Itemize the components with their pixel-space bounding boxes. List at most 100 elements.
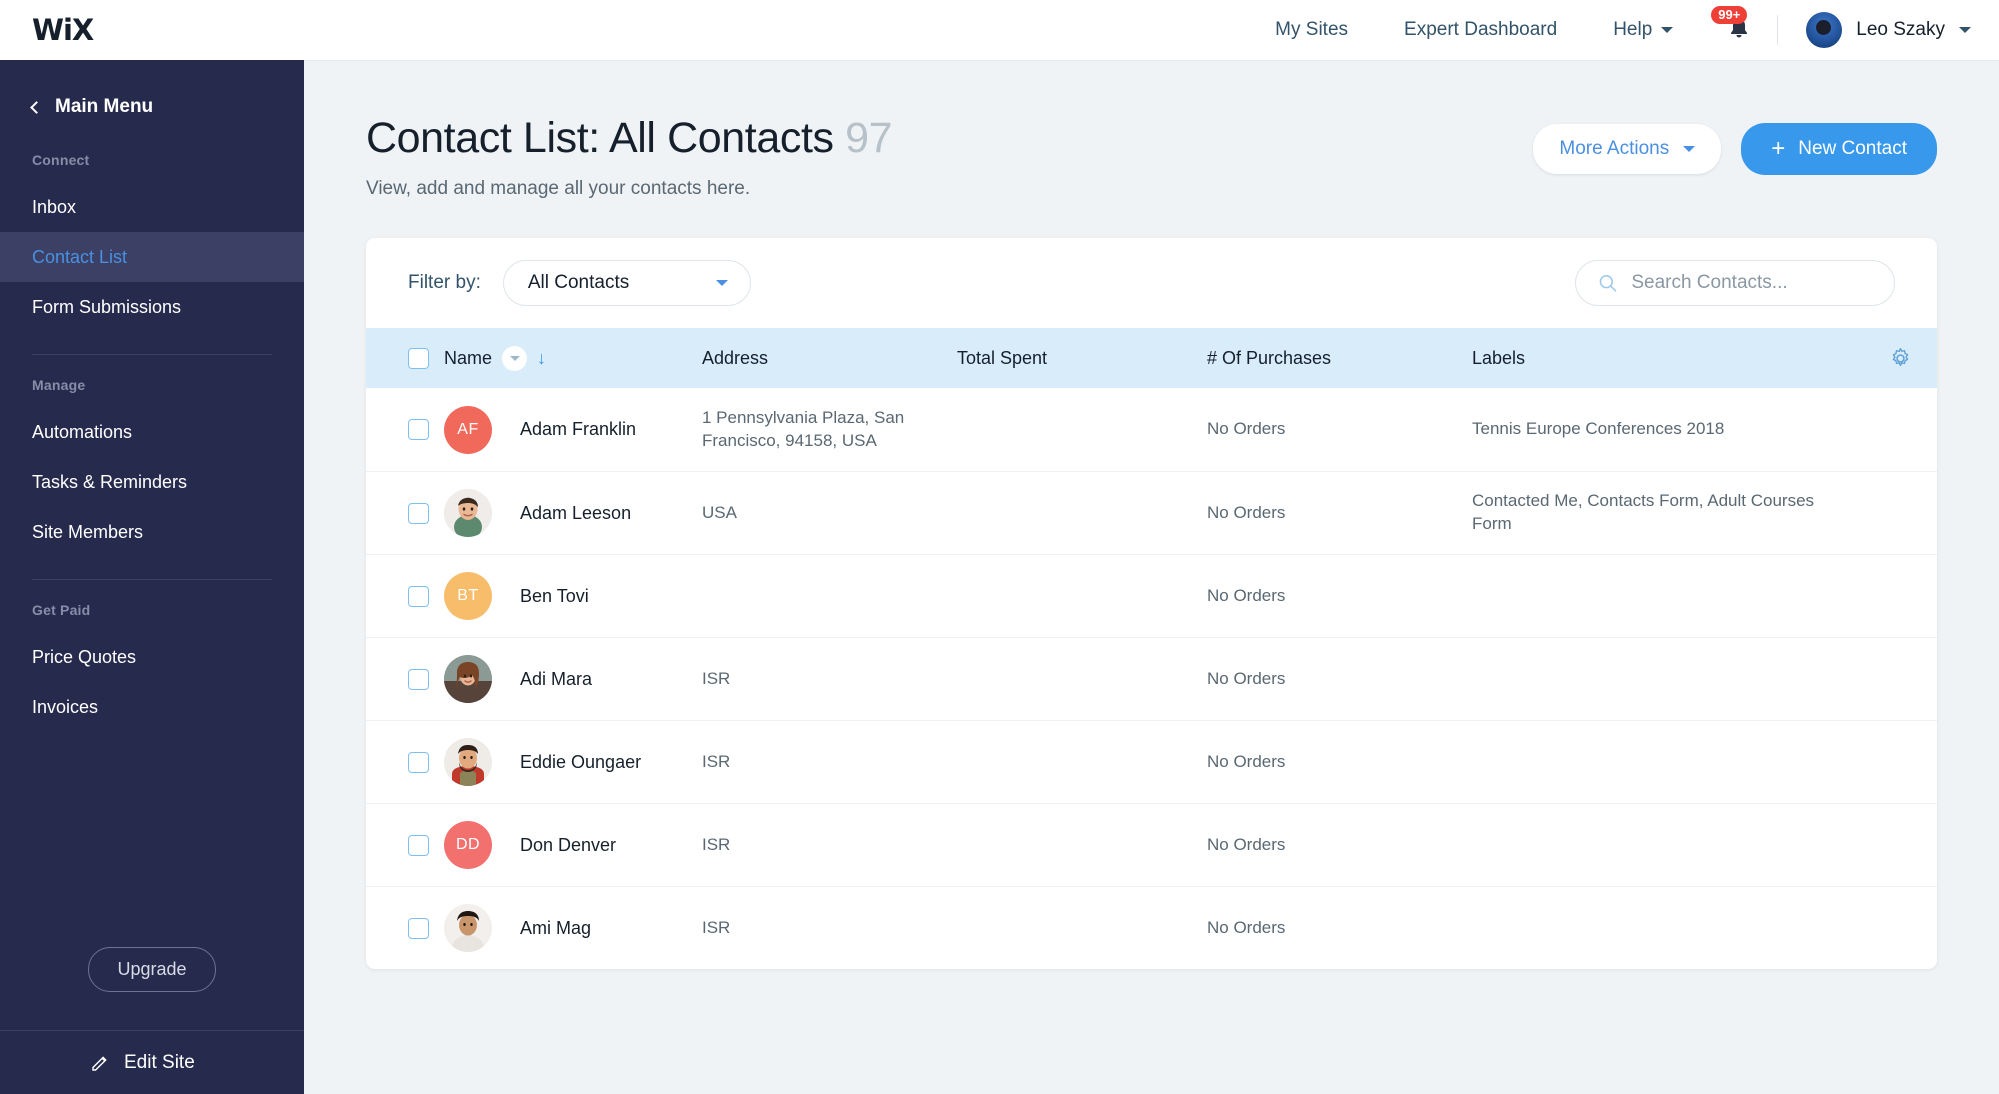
user-menu[interactable]: Leo Szaky	[1778, 12, 1971, 48]
select-all-checkbox[interactable]	[408, 347, 429, 369]
table-row[interactable]: Adam Leeson USA No Orders Contacted Me, …	[366, 471, 1937, 554]
contact-purchases: No Orders	[1207, 419, 1286, 439]
row-select-cell	[366, 917, 444, 939]
contact-labels: Contacted Me, Contacts Form, Adult Cours…	[1472, 491, 1815, 534]
page-title: Contact List: All Contacts 97	[366, 114, 1533, 162]
title-block: Contact List: All Contacts 97 View, add …	[366, 114, 1533, 200]
contact-labels: Tennis Europe Conferences 2018	[1472, 419, 1725, 439]
contact-address: ISR	[702, 668, 731, 688]
sidebar-item-tasks-reminders[interactable]: Tasks & Reminders	[0, 457, 304, 507]
new-contact-label: New Contact	[1798, 138, 1907, 159]
contact-address: ISR	[702, 751, 731, 771]
avatar	[444, 655, 492, 704]
filter-select[interactable]: All Contacts	[502, 260, 751, 307]
search-box[interactable]	[1575, 260, 1895, 307]
more-actions-button[interactable]: More Actions	[1533, 124, 1722, 174]
table-row[interactable]: DD Don Denver ISR No Orders	[366, 803, 1937, 886]
contact-address: ISR	[702, 834, 731, 854]
sidebar: Main Menu Connect Inbox Contact List For…	[0, 60, 304, 1094]
chevron-down-icon	[1959, 27, 1971, 33]
column-header-total-spent[interactable]: Total Spent	[957, 348, 1207, 369]
notifications-button[interactable]: 99+	[1701, 6, 1777, 43]
filter-by-label: Filter by:	[408, 272, 481, 294]
table-header: Name ↓ Address Total Spent # Of Purchase…	[366, 328, 1937, 389]
upgrade-button[interactable]: Upgrade	[88, 947, 216, 992]
sort-descending-icon[interactable]: ↓	[537, 349, 546, 367]
sidebar-item-contact-list[interactable]: Contact List	[0, 232, 304, 282]
row-name-cell: DD Don Denver	[444, 821, 702, 870]
new-contact-button[interactable]: + New Contact	[1741, 123, 1937, 175]
column-header-address[interactable]: Address	[702, 348, 957, 369]
row-checkbox[interactable]	[408, 585, 429, 607]
sidebar-divider	[32, 579, 272, 580]
row-checkbox[interactable]	[408, 834, 429, 856]
column-settings-button[interactable]	[1863, 347, 1937, 370]
table-row[interactable]: AF Adam Franklin 1 Pennsylvania Plaza, S…	[366, 388, 1937, 471]
contact-purchases: No Orders	[1207, 751, 1286, 771]
name-column-menu-button[interactable]	[502, 345, 528, 371]
row-select-cell	[366, 502, 444, 524]
table-row[interactable]: Adi Mara ISR No Orders	[366, 637, 1937, 720]
chevron-left-icon	[30, 101, 43, 114]
plus-icon: +	[1771, 135, 1786, 162]
edit-site-button[interactable]: Edit Site	[0, 1030, 304, 1094]
filter-select-value: All Contacts	[527, 272, 630, 294]
column-header-labels[interactable]: Labels	[1472, 348, 1863, 369]
nav-expert-dashboard[interactable]: Expert Dashboard	[1376, 19, 1585, 41]
table-row[interactable]: BT Ben Tovi No Orders	[366, 554, 1937, 637]
contact-purchases: No Orders	[1207, 834, 1286, 854]
sidebar-heading-get-paid: Get Paid	[32, 602, 91, 618]
top-bar: WiX My Sites Expert Dashboard Help 99+ L…	[0, 0, 1999, 60]
main-content: Contact List: All Contacts 97 View, add …	[304, 60, 1999, 1094]
chevron-down-icon	[1683, 146, 1696, 152]
avatar-photo	[444, 655, 492, 704]
row-checkbox[interactable]	[408, 751, 429, 773]
sidebar-item-invoices[interactable]: Invoices	[0, 682, 304, 732]
sidebar-item-form-submissions[interactable]: Form Submissions	[0, 282, 304, 332]
sidebar-item-inbox[interactable]: Inbox	[0, 182, 304, 232]
edit-site-label: Edit Site	[124, 1051, 195, 1073]
contact-address: ISR	[702, 917, 731, 937]
wix-logo[interactable]: WiX	[0, 13, 304, 47]
row-checkbox[interactable]	[408, 502, 429, 524]
main-menu-back-button[interactable]: Main Menu	[0, 60, 304, 118]
avatar-initials: DD	[455, 836, 481, 854]
chevron-down-icon	[509, 355, 520, 361]
sidebar-item-site-members[interactable]: Site Members	[0, 507, 304, 557]
contact-count: 97	[845, 114, 893, 162]
gear-icon	[1892, 347, 1908, 366]
row-name-cell: AF Adam Franklin	[444, 405, 702, 454]
chevron-down-icon	[715, 280, 728, 287]
contact-name: Adam Franklin	[520, 419, 637, 440]
table-row[interactable]: Eddie Oungaer ISR No Orders	[366, 720, 1937, 803]
row-checkbox[interactable]	[408, 668, 429, 690]
row-name-cell: Eddie Oungaer	[444, 738, 702, 787]
page-title-text: Contact List: All Contacts	[366, 114, 834, 162]
upgrade-container: Upgrade	[0, 947, 304, 1030]
avatar-photo	[444, 904, 492, 953]
contact-purchases: No Orders	[1207, 585, 1286, 605]
contacts-toolbar: Filter by: All Contacts	[366, 238, 1937, 328]
column-header-name[interactable]: Name ↓	[444, 345, 702, 371]
column-header-purchases[interactable]: # Of Purchases	[1207, 348, 1472, 369]
search-input[interactable]	[1631, 272, 1872, 295]
sidebar-heading-connect: Connect	[32, 152, 90, 168]
sidebar-item-price-quotes[interactable]: Price Quotes	[0, 632, 304, 682]
sidebar-item-automations[interactable]: Automations	[0, 407, 304, 457]
avatar: DD	[444, 821, 492, 870]
nav-help[interactable]: Help	[1585, 19, 1701, 41]
row-checkbox[interactable]	[408, 419, 429, 441]
nav-my-sites[interactable]: My Sites	[1247, 19, 1376, 41]
avatar	[444, 489, 492, 538]
avatar-photo	[444, 489, 492, 538]
contact-address: 1 Pennsylvania Plaza, San Francisco, 941…	[702, 407, 905, 450]
row-name-cell: Ami Mag	[444, 904, 702, 953]
user-name-label: Leo Szaky	[1856, 19, 1945, 40]
avatar: AF	[444, 405, 492, 454]
row-select-cell	[366, 668, 444, 690]
contact-address: USA	[702, 502, 737, 522]
row-checkbox[interactable]	[408, 917, 429, 939]
table-row[interactable]: Ami Mag ISR No Orders	[366, 886, 1937, 969]
contact-purchases: No Orders	[1207, 502, 1286, 522]
body: Main Menu Connect Inbox Contact List For…	[0, 60, 1999, 1094]
